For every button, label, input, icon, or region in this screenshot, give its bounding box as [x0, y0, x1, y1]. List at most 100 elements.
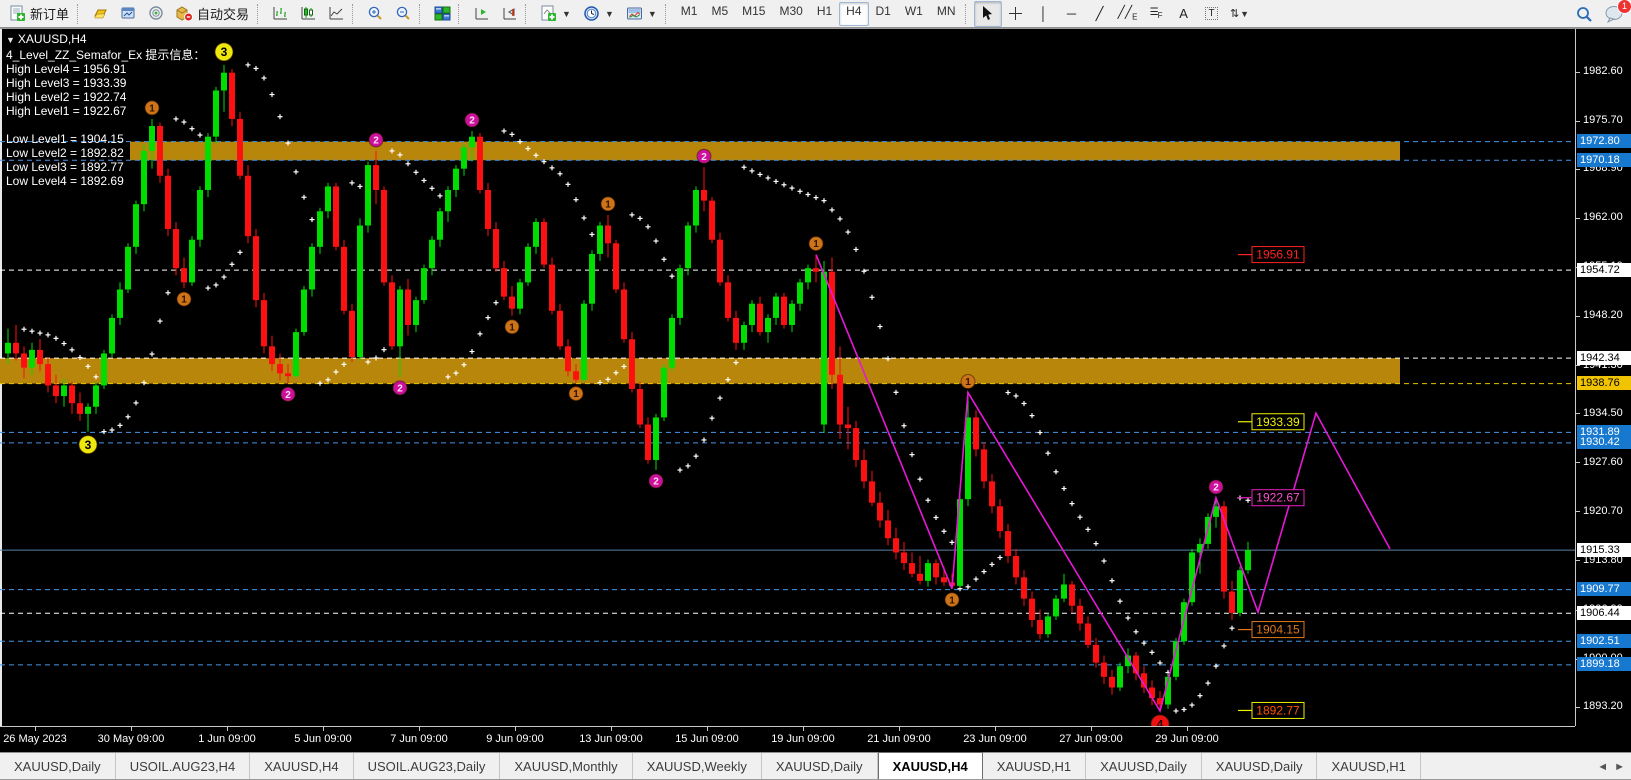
text-label-tool[interactable]: T	[1198, 1, 1226, 27]
chart-tab-xauusd-weekly[interactable]: XAUUSD,Weekly	[633, 753, 762, 779]
tab-scroll-left-icon[interactable]: ◄	[1597, 761, 1608, 773]
timeframe-h1[interactable]: H1	[810, 2, 839, 26]
chart-tab-xauusd-monthly[interactable]: XAUUSD,Monthly	[500, 753, 633, 779]
price-chart[interactable]: 1956.91 1933.39 1922.67 1904.15 1892.77 3 1 1 3 2…	[0, 29, 1575, 726]
timeframe-m1[interactable]: M1	[674, 2, 705, 26]
svg-text:2: 2	[285, 390, 291, 401]
bar-chart-button[interactable]	[266, 1, 294, 27]
chart-tab-xauusd-h4[interactable]: XAUUSD,H4	[250, 753, 354, 779]
chart-tab-usoil-aug23-h4[interactable]: USOIL.AUG23,H4	[116, 753, 251, 779]
svg-text:1: 1	[965, 377, 971, 388]
time-axis-label: 1 Jun 09:00	[198, 733, 256, 745]
price-tick-mark	[1576, 315, 1580, 317]
search-icon[interactable]	[1575, 5, 1594, 24]
new-order-button[interactable]: 新订单	[3, 1, 75, 27]
chart-tab-xauusd-daily[interactable]: XAUUSD,Daily	[1086, 753, 1202, 779]
time-tick-mark	[227, 727, 228, 731]
horizontal-line-tool[interactable]: ─	[1058, 1, 1086, 27]
svg-text:1922.67: 1922.67	[1256, 491, 1300, 505]
time-tick-mark	[515, 727, 516, 731]
toolbar-separator	[77, 3, 82, 24]
timeframe-mn[interactable]: MN	[930, 2, 963, 26]
tab-scroll-right-icon[interactable]: ►	[1614, 761, 1625, 773]
svg-text:1: 1	[509, 322, 515, 333]
crosshair-tool[interactable]	[1002, 1, 1030, 27]
chart-tab-usoil-aug23-daily[interactable]: USOIL.AUG23,Daily	[354, 753, 501, 779]
chart-tab-xauusd-daily[interactable]: XAUUSD,Daily	[1202, 753, 1318, 779]
periods-button[interactable]: ▼	[577, 1, 620, 27]
toolbar-separator	[419, 3, 424, 24]
svg-text:1933.39: 1933.39	[1256, 415, 1300, 429]
price-tick-mark	[1576, 120, 1580, 122]
svg-text:1: 1	[573, 389, 579, 400]
cursor-tool[interactable]	[973, 0, 1002, 27]
time-tick-mark	[803, 727, 804, 731]
chat-icon[interactable]: 1	[1604, 0, 1631, 24]
svg-text:2: 2	[397, 384, 403, 395]
timeframe-m30[interactable]: M30	[772, 2, 809, 26]
timeframe-m5[interactable]: M5	[704, 2, 735, 26]
timeframe-w1[interactable]: W1	[898, 2, 930, 26]
candlestick-chart-icon	[300, 5, 317, 22]
svg-text:1892.77: 1892.77	[1256, 703, 1300, 717]
arrows-tool[interactable]: ⇅ ▼	[1226, 1, 1254, 27]
price-level-label: 1942.34	[1577, 350, 1631, 365]
trendline-tool[interactable]: ╱	[1086, 1, 1114, 27]
chart-tab-xauusd-daily[interactable]: XAUUSD,Daily	[0, 753, 116, 779]
text-tool[interactable]: A	[1170, 1, 1198, 27]
time-axis-label: 9 Jun 09:00	[486, 733, 544, 745]
time-axis-label: 30 May 09:00	[97, 733, 165, 745]
auto-trading-label: 自动交易	[197, 7, 250, 22]
chart-canvas[interactable]: 1956.91 1933.39 1922.67 1904.15 1892.77 3 1 1 3 2…	[0, 29, 1631, 753]
timeframe-m15[interactable]: M15	[735, 2, 772, 26]
timeframe-group: M1 M5 M15 M30 H1 H4 D1 W1 MN	[674, 1, 963, 26]
chart-tab-xauusd-h1[interactable]: XAUUSD,H1	[983, 753, 1087, 779]
fibonacci-tool[interactable]: ☰F	[1142, 1, 1170, 27]
line-chart-button[interactable]	[322, 1, 350, 27]
svg-text:2: 2	[653, 477, 659, 488]
price-level-label: 1899.18	[1577, 657, 1631, 672]
time-tick-mark	[35, 727, 36, 731]
templates-button[interactable]: ▼	[620, 1, 663, 27]
chart-window-button[interactable]	[114, 1, 142, 27]
equidistant-channel-tool[interactable]: ╱╱E	[1114, 1, 1142, 27]
price-tick-label: 1982.60	[1583, 65, 1623, 77]
chart-tab-xauusd-h4[interactable]: XAUUSD,H4	[877, 752, 983, 779]
time-axis[interactable]: 26 May 2023 30 May 09:00 1 Jun 09:00 5 Jun …	[0, 726, 1575, 753]
auto-scroll-icon	[473, 5, 490, 22]
broadcast-button[interactable]	[142, 1, 170, 27]
price-tick-mark	[1576, 511, 1580, 513]
time-axis-label: 23 Jun 09:00	[963, 733, 1027, 745]
svg-text:3: 3	[85, 438, 92, 452]
chart-shift-button[interactable]	[495, 1, 523, 27]
add-indicator-caret-icon: ▼	[562, 8, 571, 19]
zoom-in-button[interactable]	[361, 1, 389, 27]
price-level-label: 1906.44	[1577, 605, 1631, 620]
auto-trading-button[interactable]: 自动交易	[170, 1, 255, 27]
chart-tab-xauusd-h1[interactable]: XAUUSD,H1	[1317, 753, 1421, 779]
price-level-label: 1909.77	[1577, 582, 1631, 597]
periods-clock-icon	[583, 5, 600, 22]
tile-windows-button[interactable]	[428, 1, 456, 27]
add-indicator-icon	[540, 5, 557, 22]
timeframe-d1[interactable]: D1	[869, 2, 898, 26]
price-level-label: 1930.42	[1577, 435, 1631, 450]
price-tick-label: 1934.50	[1583, 406, 1623, 419]
price-axis[interactable]: 1982.601975.701968.901962.001955.101948.…	[1575, 29, 1631, 726]
new-order-label: 新订单	[30, 7, 70, 22]
vertical-line-tool[interactable]: │	[1030, 1, 1058, 27]
chart-tab-xauusd-daily[interactable]: XAUUSD,Daily	[762, 753, 878, 779]
auto-scroll-button[interactable]	[467, 1, 495, 27]
toolbar-right-group: 1	[1575, 0, 1631, 28]
time-tick-mark	[419, 727, 420, 731]
svg-text:1956.91: 1956.91	[1256, 248, 1300, 262]
tab-scroll-buttons: ◄ ►	[1593, 753, 1629, 780]
time-tick-mark	[323, 727, 324, 731]
price-tick-mark	[1576, 462, 1580, 464]
gold-ingot-button[interactable]	[86, 1, 114, 27]
timeframe-h4[interactable]: H4	[839, 1, 869, 26]
zoom-out-button[interactable]	[389, 1, 417, 27]
add-indicator-button[interactable]: ▼	[534, 1, 577, 27]
candlestick-chart-button[interactable]	[294, 1, 322, 27]
chart-tab-bar: XAUUSD,Daily USOIL.AUG23,H4 XAUUSD,H4 USOIL…	[0, 752, 1631, 779]
